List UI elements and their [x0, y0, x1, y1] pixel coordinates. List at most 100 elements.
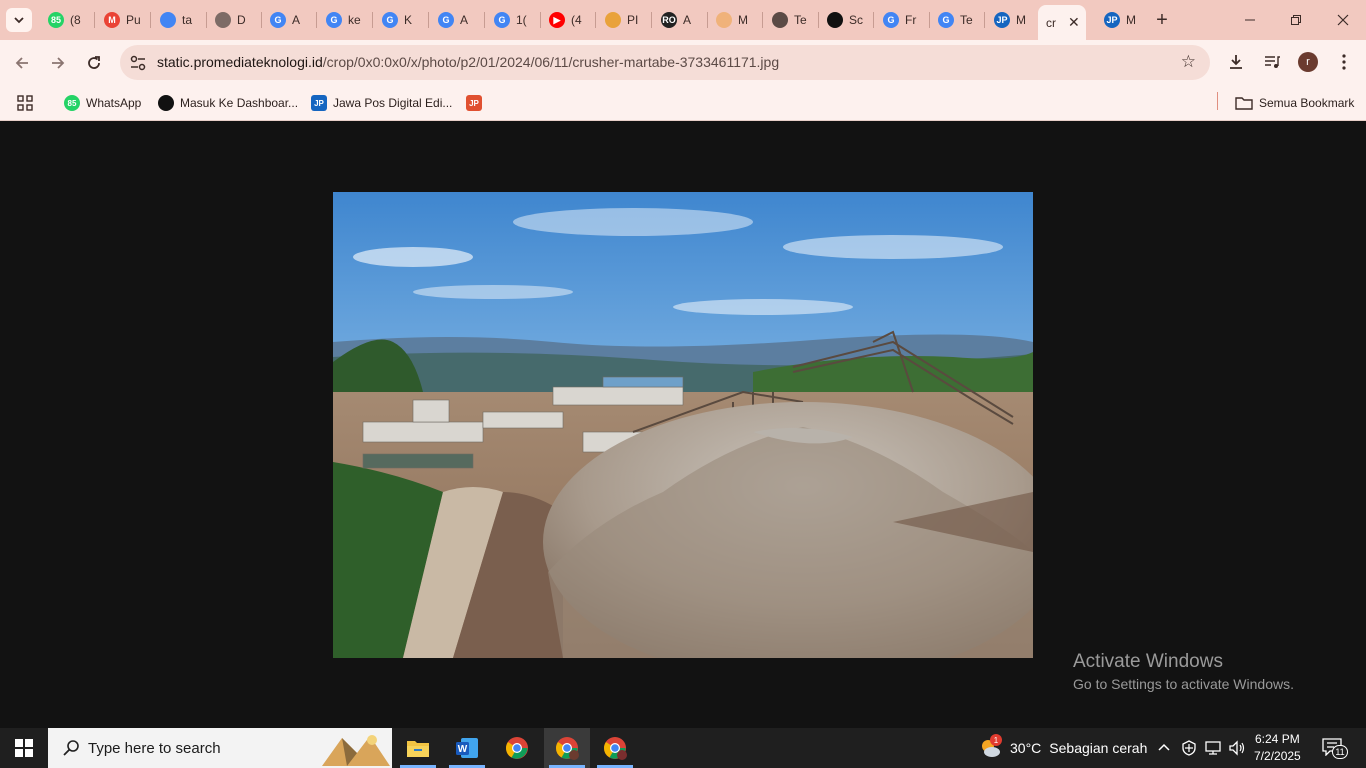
notification-icon: 11 — [1322, 738, 1348, 759]
bookmark-1[interactable]: Masuk Ke Dashboar... — [158, 92, 298, 114]
tab-title: PI — [627, 13, 639, 27]
taskbar-clock[interactable]: 6:24 PM 7/2/2025 — [1254, 731, 1301, 765]
github-icon — [158, 95, 174, 111]
taskbar-chrome[interactable] — [494, 728, 540, 768]
tab-12[interactable]: M — [708, 6, 760, 34]
menu-kebab-icon[interactable] — [1332, 50, 1356, 74]
arrow-left-icon — [15, 57, 28, 69]
restore-button[interactable] — [1273, 0, 1319, 40]
url-path: /crop/0x0:0x0/x/photo/p2/01/2024/06/11/c… — [322, 54, 780, 70]
hand-icon — [716, 12, 732, 28]
jp-icon: JP — [1104, 12, 1120, 28]
tab-title: Te — [794, 13, 807, 27]
tray-overflow-button[interactable] — [1157, 728, 1171, 768]
bookmarks-divider — [1217, 92, 1218, 110]
tab-6[interactable]: GK — [374, 6, 426, 34]
tray-security-icon[interactable] — [1181, 728, 1197, 768]
tab-14[interactable]: Sc — [819, 6, 871, 34]
bookmark-star-icon[interactable]: ☆ — [1181, 52, 1196, 72]
openai-icon — [827, 12, 843, 28]
tab-separator — [762, 12, 763, 28]
tab-title: A — [460, 13, 469, 27]
back-button[interactable] — [7, 48, 37, 78]
close-tab-icon[interactable]: ✕ — [1068, 14, 1080, 31]
jp-small-icon: JP — [466, 95, 482, 111]
tab-11[interactable]: RO A — [653, 6, 705, 34]
reload-button[interactable] — [79, 48, 109, 78]
taskbar-file-explorer[interactable] — [395, 728, 441, 768]
taskbar-word[interactable]: W — [444, 728, 490, 768]
google-icon: G — [494, 12, 510, 28]
folder-icon — [1235, 97, 1253, 110]
whatsapp-icon: 85 — [64, 95, 80, 111]
tab-19[interactable]: JP M — [1096, 6, 1148, 34]
tab-8[interactable]: G 1( — [486, 6, 538, 34]
tab-15[interactable]: G Fr — [875, 6, 927, 34]
bookmark-label: WhatsApp — [86, 96, 142, 110]
search-placeholder: Type here to search — [88, 739, 221, 757]
all-bookmarks-label: Semua Bookmark — [1259, 96, 1355, 110]
download-icon[interactable] — [1224, 50, 1248, 74]
minimize-button[interactable] — [1227, 0, 1273, 40]
tab-title: M — [1016, 13, 1026, 27]
tab-search-button[interactable] — [6, 8, 32, 32]
tab-5[interactable]: Gke — [318, 6, 370, 34]
windows-taskbar: Type here to search W 1 30°C Sebagian ce… — [0, 728, 1366, 768]
tab-title: M — [1126, 13, 1136, 27]
notification-center-button[interactable]: 11 — [1322, 728, 1348, 768]
plus-icon: + — [1156, 8, 1168, 31]
whatsapp-icon: 85 — [48, 12, 64, 28]
crusher-photo[interactable] — [333, 192, 1033, 658]
close-window-button[interactable] — [1320, 0, 1366, 40]
bookmark-3[interactable]: JP — [466, 92, 488, 114]
tab-separator — [150, 12, 151, 28]
clock-date: 7/2/2025 — [1254, 749, 1301, 763]
bookmarks-bar: 85 WhatsApp Masuk Ke Dashboar... JP Jawa Pos… — [0, 85, 1366, 121]
bookmark-label: Jawa Pos Digital Edi... — [333, 96, 453, 110]
weather-badge: 1 — [990, 734, 1002, 746]
url-text: static.promediateknologi.id/crop/0x0:0x0… — [157, 54, 779, 70]
tab-13[interactable]: Te — [764, 6, 816, 34]
tray-network-icon[interactable] — [1204, 728, 1222, 768]
bookmark-0[interactable]: 85 WhatsApp — [64, 92, 141, 114]
taskbar-chrome-profile-h[interactable] — [592, 728, 638, 768]
photo-illustration — [333, 192, 1033, 658]
tray-volume-icon[interactable] — [1228, 728, 1246, 768]
tab-7[interactable]: GA — [430, 6, 482, 34]
start-button[interactable] — [0, 728, 48, 768]
media-control-icon[interactable] — [1260, 50, 1284, 74]
search-highlight-illustration — [322, 735, 390, 766]
bookmark-2[interactable]: JP Jawa Pos Digital Edi... — [311, 92, 452, 114]
search-icon — [63, 740, 79, 756]
tab-separator — [595, 12, 596, 28]
new-tab-button[interactable]: + — [1150, 8, 1174, 32]
tab-1[interactable]: M Pu — [96, 6, 148, 34]
tab-10[interactable]: PI — [597, 6, 649, 34]
google-icon: G — [883, 12, 899, 28]
profile-avatar[interactable]: r — [1298, 52, 1318, 72]
taskbar-chrome-profile-r[interactable] — [544, 728, 590, 768]
bookmark-label: Masuk Ke Dashboar... — [180, 96, 299, 110]
all-bookmarks-button[interactable]: Semua Bookmark — [1235, 92, 1354, 114]
globe-icon — [772, 12, 788, 28]
tab-9[interactable]: ▶ (4 — [541, 6, 593, 34]
tab-title: (4 — [571, 13, 582, 27]
clock-time: 6:24 PM — [1255, 732, 1300, 746]
address-bar[interactable]: static.promediateknologi.id/crop/0x0:0x0… — [120, 45, 1210, 80]
restore-icon — [1291, 15, 1301, 25]
taskbar-search-box[interactable]: Type here to search — [48, 728, 392, 768]
weather-widget[interactable]: 1 30°C Sebagian cerah — [978, 728, 1147, 768]
site-info-icon[interactable] — [128, 53, 148, 73]
tab-title: ke — [348, 13, 361, 27]
tab-17[interactable]: JP M — [986, 6, 1038, 34]
tab-3[interactable]: D — [207, 6, 259, 34]
tab-title: Te — [960, 13, 973, 27]
forward-button[interactable] — [43, 48, 73, 78]
tab-18[interactable]: cr ✕ — [1038, 5, 1086, 40]
apps-grid-button[interactable] — [17, 92, 33, 114]
tab-4[interactable]: GA — [262, 6, 314, 34]
tab-title: ta — [182, 13, 193, 27]
tab-0[interactable]: 85 (8 — [40, 6, 92, 34]
tab-2[interactable]: ta — [152, 6, 204, 34]
tab-16[interactable]: G Te — [930, 6, 982, 34]
